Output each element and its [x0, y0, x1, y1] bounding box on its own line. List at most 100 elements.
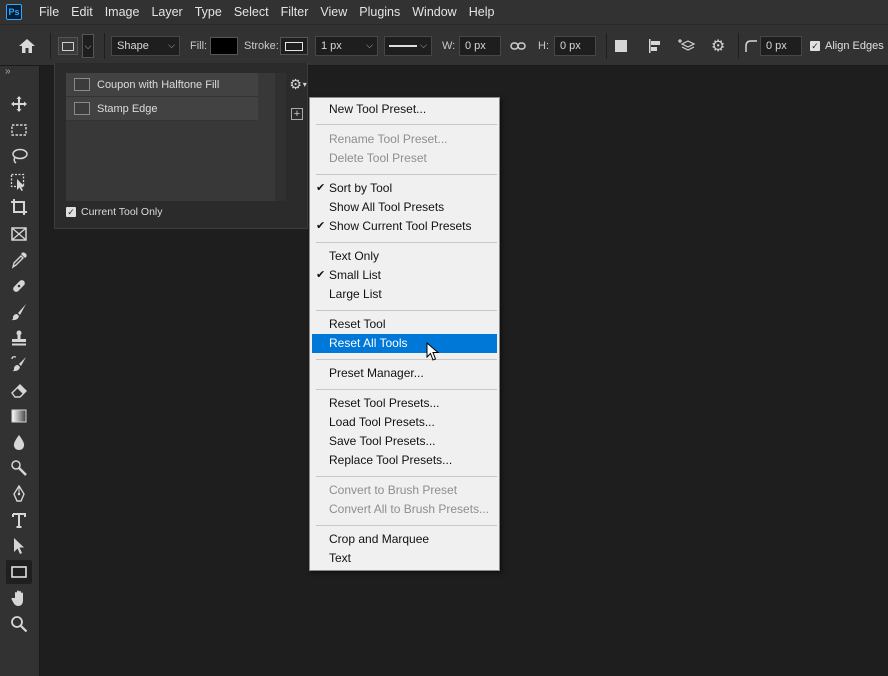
menu-separator: [316, 359, 497, 360]
clone-stamp-icon[interactable]: [6, 326, 32, 350]
checkbox-check-icon: ✓: [66, 207, 76, 217]
tool-preset-panel: Coupon with Halftone Fill Stamp Edge ⚙ ▾ +…: [54, 63, 308, 229]
preset-list-item[interactable]: Coupon with Halftone Fill: [66, 73, 258, 97]
menu-filter[interactable]: Filter: [275, 0, 315, 24]
path-select-icon[interactable]: [6, 534, 32, 558]
preset-label: Stamp Edge: [97, 102, 158, 115]
shape-mode-select[interactable]: Shape ⌵: [111, 36, 180, 56]
align-edges-checkbox[interactable]: ✓ Align Edges: [810, 25, 884, 67]
rectangle-tool-icon[interactable]: [6, 560, 32, 584]
frame-icon[interactable]: [6, 222, 32, 246]
object-select-icon[interactable]: [6, 170, 32, 194]
collapse-arrows-icon[interactable]: »: [5, 66, 11, 77]
rectangle-preset-icon: [74, 78, 90, 91]
rectangle-preset-icon: [74, 102, 90, 115]
move-tool-icon[interactable]: [6, 92, 32, 116]
menu-item-crop-and-marquee[interactable]: Crop and Marquee: [312, 530, 497, 549]
menu-item-load-tool-presets[interactable]: Load Tool Presets...: [312, 413, 497, 432]
checkmark-icon: ✔: [316, 269, 326, 281]
stroke-label: Stroke:: [244, 40, 279, 52]
menu-help[interactable]: Help: [463, 0, 501, 24]
dodge-icon[interactable]: [6, 456, 32, 480]
gear-icon[interactable]: ⚙: [711, 25, 725, 67]
menu-items: File Edit Image Layer Type Select Filter View Pl…: [33, 0, 500, 24]
menu-item-reset-tool-presets[interactable]: Reset Tool Presets...: [312, 394, 497, 413]
type-icon[interactable]: [6, 508, 32, 532]
rect-marquee-icon[interactable]: [6, 118, 32, 142]
eyedropper-icon[interactable]: [6, 248, 32, 272]
menu-item-new-tool-preset[interactable]: New Tool Preset...: [312, 100, 497, 119]
menu-item-delete-tool-preset: Delete Tool Preset: [329, 151, 427, 165]
link-icon[interactable]: [510, 25, 526, 67]
path-operations-icon[interactable]: [615, 25, 627, 67]
panel-menu-gear-icon[interactable]: ⚙ ▾: [287, 75, 309, 93]
menu-item-convert-to-brush-preset: Convert to Brush Preset: [329, 483, 458, 497]
options-bar: ⌵ Shape⌵ Fill: Stroke: 1 px⌵ ⌵ W: 0 px: [0, 24, 888, 66]
crop-icon[interactable]: [6, 195, 32, 219]
path-arrangement-icon[interactable]: [678, 25, 698, 67]
tools-panel: »: [0, 66, 40, 676]
home-icon[interactable]: [17, 25, 37, 67]
eraser-icon[interactable]: [6, 378, 32, 402]
menu-item-show-all-tool-presets[interactable]: Show All Tool Presets: [312, 198, 497, 217]
width-field[interactable]: 0 px: [459, 36, 501, 56]
stroke-type-select[interactable]: ⌵: [384, 36, 432, 56]
lasso-icon[interactable]: [6, 144, 32, 168]
menu-separator: [316, 389, 497, 390]
height-label: H:: [538, 40, 549, 52]
healing-brush-icon[interactable]: [6, 274, 32, 298]
preset-label: Coupon with Halftone Fill: [97, 78, 220, 91]
new-preset-icon[interactable]: +: [291, 108, 303, 120]
menu-item-small-list[interactable]: ✔ Small List: [312, 266, 497, 285]
current-tool-only-checkbox[interactable]: ✓ Current Tool Only: [66, 206, 163, 218]
preset-context-menu: New Tool Preset... Rename Tool Preset... D…: [309, 97, 500, 571]
menu-file[interactable]: File: [33, 0, 65, 24]
corner-radius-icon: [744, 25, 758, 67]
width-label: W:: [442, 40, 456, 52]
menu-type[interactable]: Type: [189, 0, 228, 24]
preset-list: Coupon with Halftone Fill Stamp Edge: [66, 73, 275, 201]
mouse-cursor-icon: [426, 342, 440, 361]
pen-icon[interactable]: [6, 482, 32, 506]
tool-preset-picker[interactable]: ⌵: [58, 25, 94, 67]
menu-layer[interactable]: Layer: [145, 0, 188, 24]
menu-item-text[interactable]: Text: [312, 549, 497, 568]
preset-list-scrollbar[interactable]: [275, 73, 286, 201]
menu-image[interactable]: Image: [99, 0, 146, 24]
menu-item-show-current-tool-presets[interactable]: ✔ Show Current Tool Presets: [312, 217, 497, 236]
stroke-swatch[interactable]: [280, 37, 308, 55]
zoom-icon[interactable]: [6, 612, 32, 636]
menu-item-save-tool-presets[interactable]: Save Tool Presets...: [312, 432, 497, 451]
gradient-icon[interactable]: [6, 404, 32, 428]
path-alignment-icon[interactable]: [647, 25, 663, 67]
height-field[interactable]: 0 px: [554, 36, 596, 56]
fill-swatch[interactable]: [210, 37, 238, 55]
menu-separator: [316, 476, 497, 477]
menu-edit[interactable]: Edit: [65, 0, 99, 24]
menu-plugins[interactable]: Plugins: [353, 0, 406, 24]
menu-item-reset-tool[interactable]: Reset Tool: [312, 315, 497, 334]
menu-select[interactable]: Select: [228, 0, 275, 24]
menu-item-replace-tool-presets[interactable]: Replace Tool Presets...: [312, 451, 497, 470]
blur-icon[interactable]: [6, 430, 32, 454]
menu-view[interactable]: View: [314, 0, 353, 24]
corner-radius-field[interactable]: 0 px: [760, 36, 802, 56]
hand-icon[interactable]: [6, 586, 32, 610]
menu-item-sort-by-tool[interactable]: ✔ Sort by Tool: [312, 179, 497, 198]
menu-item-convert-all-to-brush-presets: Convert All to Brush Presets...: [329, 502, 490, 516]
menu-separator: [316, 174, 497, 175]
menu-item-rename-tool-preset: Rename Tool Preset...: [329, 132, 448, 146]
preset-list-item[interactable]: Stamp Edge: [66, 97, 258, 121]
menu-window[interactable]: Window: [406, 0, 462, 24]
menu-separator: [316, 124, 497, 125]
checkmark-icon: ✔: [316, 182, 326, 194]
history-brush-icon[interactable]: [6, 352, 32, 376]
chevron-down-icon[interactable]: ⌵: [82, 34, 94, 58]
brush-icon[interactable]: [6, 300, 32, 324]
menu-item-preset-manager[interactable]: Preset Manager...: [312, 364, 497, 383]
menu-item-text-only[interactable]: Text Only: [312, 247, 497, 266]
menu-item-reset-all-tools[interactable]: Reset All Tools: [312, 334, 497, 353]
menu-item-large-list[interactable]: Large List: [312, 285, 497, 304]
photoshop-logo-icon: Ps: [6, 4, 22, 20]
stroke-width-field[interactable]: 1 px ⌵: [315, 36, 378, 56]
